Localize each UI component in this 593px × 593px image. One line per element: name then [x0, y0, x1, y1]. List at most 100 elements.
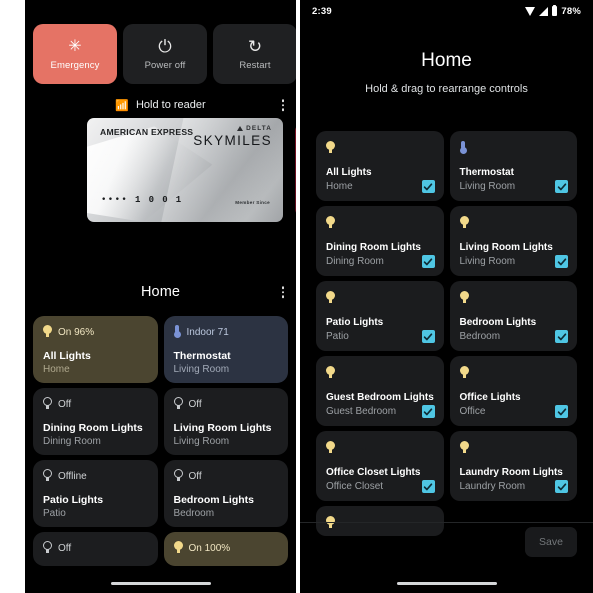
edit-tile-thermostat[interactable]: Thermostat Living Room: [449, 131, 577, 201]
tile-name-label: Dining Room Lights: [326, 242, 421, 253]
tile-room-label: Home: [43, 364, 70, 375]
tile-checkbox[interactable]: [421, 405, 435, 418]
edit-tile-patio-lights[interactable]: Patio Lights Patio: [316, 281, 444, 351]
tile-checkbox[interactable]: [421, 180, 435, 193]
control-tile-all-lights[interactable]: On 96% All Lights Home: [33, 316, 158, 383]
control-tile-partial-right[interactable]: On 100%: [163, 532, 288, 566]
emergency-button[interactable]: ✳ Emergency: [33, 24, 117, 84]
tile-status-label: On 96%: [58, 327, 95, 338]
restart-icon: ↻: [247, 36, 263, 56]
page-title: Home: [421, 50, 472, 71]
bulb-off-icon: [173, 397, 183, 412]
tile-status-row: Offline: [43, 469, 148, 484]
edit-tile-bedroom-lights[interactable]: Bedroom Lights Bedroom: [449, 281, 577, 351]
edit-tile-office-closet-lights[interactable]: Office Closet Lights Office Closet: [316, 431, 444, 501]
hold-to-reader-inner: 📶 Hold to reader: [115, 99, 205, 112]
tile-room-label: Patio: [43, 508, 66, 519]
card-masked-number: •••• 1 0 0 1: [101, 195, 183, 205]
control-tile-thermostat[interactable]: Indoor 71 Thermostat Living Room: [163, 316, 288, 383]
edit-tile-guest-bedroom-lights[interactable]: Guest Bedroom Lights Guest Bedroom: [316, 356, 444, 426]
edit-tile-laundry-room-lights[interactable]: Laundry Room Lights Laundry Room: [449, 431, 577, 501]
home-more-vertical-icon[interactable]: [278, 283, 289, 301]
battery-icon: [551, 4, 558, 16]
control-tile-patio-lights[interactable]: Offline Patio Lights Patio: [33, 460, 158, 527]
bulb-off-icon: [173, 469, 183, 484]
bulb-on-icon: [326, 216, 335, 231]
bulb-on-icon: [326, 366, 335, 381]
right-navigation-pill[interactable]: [396, 581, 497, 585]
signal-icon: [538, 6, 548, 16]
tile-room-label: Living Room: [173, 436, 230, 447]
edit-tile-dining-room-lights[interactable]: Dining Room Lights Dining Room: [316, 206, 444, 276]
tile-checkbox[interactable]: [555, 255, 568, 268]
control-tile-partial-left[interactable]: Off: [33, 532, 158, 566]
tile-name-label: Dining Room Lights: [43, 422, 143, 434]
control-tile-dining-room-lights[interactable]: Off Dining Room Lights Dining Room: [33, 388, 158, 455]
save-button[interactable]: Save: [525, 527, 577, 557]
card-partner-label: DELTA: [193, 125, 272, 132]
wifi-icon: [524, 6, 535, 16]
tile-name-label: Living Room Lights: [459, 242, 553, 253]
emergency-asterisk-icon: ✳: [68, 37, 82, 55]
tile-checkbox[interactable]: [555, 480, 568, 493]
tile-name-label: Thermostat: [173, 350, 231, 362]
tile-name-label: Bedroom Lights: [459, 317, 537, 328]
control-tile-bedroom-lights[interactable]: Off Bedroom Lights Bedroom: [163, 460, 288, 527]
power-off-button[interactable]: ⏻ Power off: [123, 24, 207, 84]
tile-status-label: Off: [58, 399, 72, 410]
tile-room-label: Patio: [326, 331, 349, 342]
thermostat-icon: [173, 325, 181, 340]
bulb-on-icon: [459, 216, 469, 231]
tile-name-label: All Lights: [43, 350, 91, 362]
tile-checkbox[interactable]: [421, 480, 435, 493]
hold-to-reader-row[interactable]: 📶 Hold to reader: [25, 96, 296, 114]
bulb-on-icon: [326, 291, 335, 306]
card-partner-text: DELTA: [246, 125, 272, 132]
card-member-since-label: Member Since: [235, 200, 270, 205]
tile-checkbox[interactable]: [555, 405, 568, 418]
card-brand-label: AMERICAN EXPRESS: [100, 127, 194, 137]
edit-tile-living-room-lights[interactable]: Living Room Lights Living Room: [449, 206, 577, 276]
power-icon: ⏻: [158, 36, 172, 56]
tile-status-label: Off: [188, 399, 202, 410]
tile-checkbox[interactable]: [421, 330, 435, 343]
power-menu-row: ✳ Emergency ⏻ Power off ↻ Restart: [33, 24, 296, 84]
tile-status-label: Indoor 71: [186, 327, 229, 338]
thermostat-icon: [459, 141, 467, 156]
amex-delta-skymiles-card[interactable]: AMERICAN EXPRESS DELTA SKYMILES •••• 1 0…: [87, 118, 283, 222]
tile-checkbox[interactable]: [555, 180, 568, 193]
control-tile-living-room-lights[interactable]: Off Living Room Lights Living Room: [163, 388, 288, 455]
bulb-on-icon: [326, 441, 335, 456]
tile-room-label: Laundry Room: [459, 481, 526, 492]
page-subtitle: Hold & drag to rearrange controls: [365, 83, 528, 95]
bulb-off-icon: [43, 397, 52, 412]
tile-name-label: Living Room Lights: [173, 422, 272, 434]
card-program-label: SKYMILES: [193, 133, 272, 148]
bulb-on-icon: [459, 441, 469, 456]
bulb-on-icon: [459, 291, 469, 306]
tile-checkbox[interactable]: [421, 255, 435, 268]
tile-name-label: Patio Lights: [43, 494, 104, 506]
tile-checkbox[interactable]: [555, 330, 568, 343]
tile-name-label: Office Lights: [459, 392, 521, 403]
wallet-more-vertical-icon[interactable]: [278, 96, 289, 114]
home-section-title: Home: [140, 284, 181, 300]
tile-status-row: Off: [173, 469, 279, 484]
tile-status-row: Off: [43, 541, 148, 556]
power-off-button-label: Power off: [144, 59, 186, 71]
wallet-card-carousel[interactable]: AMERICAN EXPRESS DELTA SKYMILES •••• 1 0…: [25, 118, 296, 222]
restart-button[interactable]: ↻ Restart: [213, 24, 296, 84]
bulb-off-icon: [43, 469, 52, 484]
tile-room-label: Bedroom: [459, 331, 501, 342]
edit-tile-all-lights[interactable]: All Lights Home: [316, 131, 444, 201]
tile-status-row: On 100%: [173, 541, 279, 556]
secondary-wallet-card[interactable]: •••: [295, 124, 296, 216]
tile-status-label: Off: [58, 543, 72, 554]
bulb-on-icon: [326, 141, 335, 156]
tile-name-label: Office Closet Lights: [326, 467, 421, 478]
left-navigation-pill[interactable]: [110, 581, 211, 585]
tile-status-label: Off: [188, 471, 202, 482]
tile-room-label: Office: [459, 406, 486, 417]
tile-room-label: Dining Room: [43, 436, 101, 447]
edit-tile-office-lights[interactable]: Office Lights Office: [449, 356, 577, 426]
